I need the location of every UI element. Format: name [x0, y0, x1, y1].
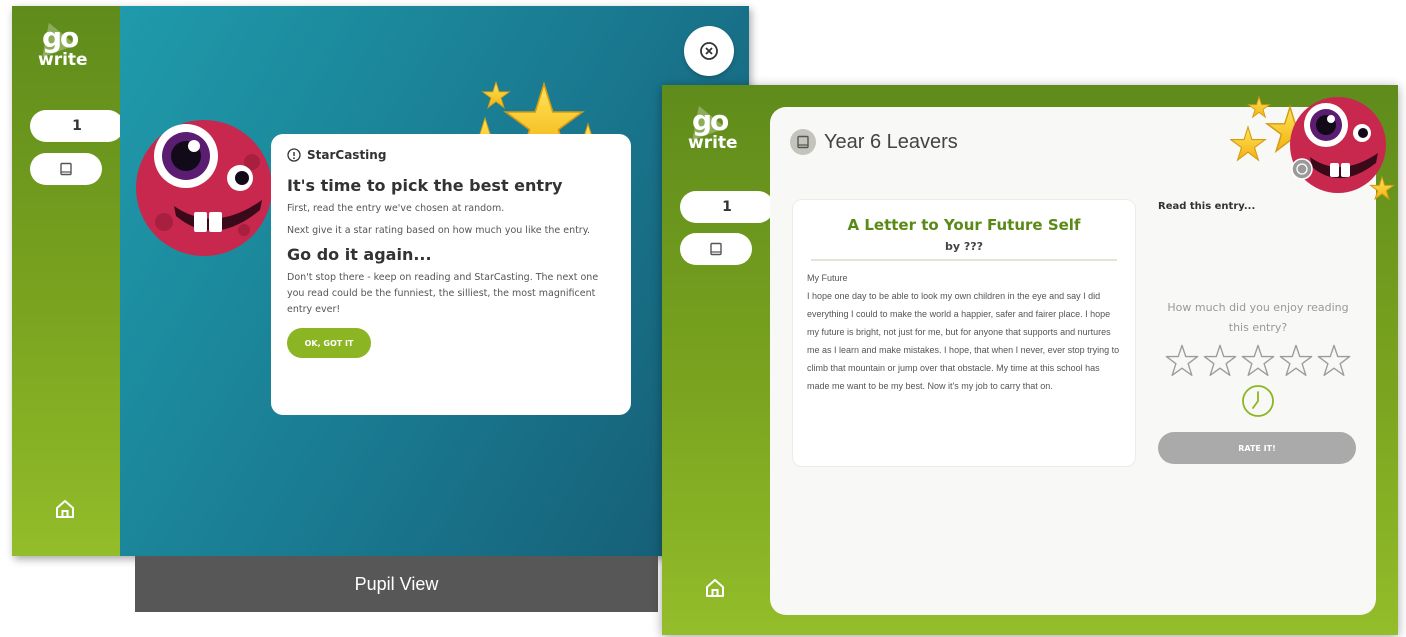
sidebar: go write 1 [12, 6, 124, 556]
rating-panel: Read this entry... How much did you enjo… [1158, 201, 1358, 464]
page-title-text: Year 6 Leavers [824, 130, 958, 153]
entry-card: A Letter to Your Future Self by ??? My F… [792, 199, 1136, 467]
page-title: Year 6 Leavers [790, 129, 958, 155]
entry-title: A Letter to Your Future Self [847, 216, 1081, 234]
home-icon [706, 579, 724, 597]
card-title: It's time to pick the best entry [287, 176, 563, 195]
clock-icon [1242, 385, 1274, 417]
logo-go-text: go [42, 21, 79, 54]
entry-body: I hope one day to be able to look my own… [807, 291, 1120, 391]
book-icon [60, 162, 72, 176]
close-button[interactable] [684, 26, 734, 76]
level-pill[interactable]: 1 [680, 191, 774, 223]
entry-author: by ??? [944, 240, 984, 253]
entry-subtitle: My Future [807, 273, 848, 283]
starcasting-info-card: StarCasting It's time to pick the best e… [271, 134, 631, 415]
reading-view-screen: go write 1 Year 6 Leavers A Letter to Yo… [662, 85, 1398, 635]
star-icon[interactable] [1241, 344, 1275, 378]
home-button[interactable] [52, 496, 78, 522]
level-pill[interactable]: 1 [30, 110, 124, 142]
card-paragraph-2: Next give it a star rating based on how … [287, 225, 591, 236]
close-icon [700, 42, 718, 60]
pupil-view-screen: go write 1 StarCasting It's time to pick… [12, 6, 749, 556]
info-icon [287, 148, 301, 162]
book-button[interactable] [30, 153, 102, 185]
logo-write-text: write [688, 133, 738, 153]
logo-go-text: go [692, 104, 729, 137]
logo-write-text: write [38, 50, 88, 70]
divider [811, 259, 1117, 261]
monster-mascot [1230, 95, 1395, 201]
composite-screenshot: go write 1 StarCasting It's time to pick… [0, 0, 1406, 637]
card-header-label: StarCasting [307, 148, 387, 162]
card-header: StarCasting [287, 148, 615, 162]
go-write-logo[interactable]: go write [681, 99, 746, 165]
ok-got-it-button[interactable]: OK, GOT IT [287, 328, 371, 358]
book-icon [710, 242, 722, 256]
star-icon[interactable] [1165, 344, 1199, 378]
book-button[interactable] [680, 233, 752, 265]
rating-question: How much did you enjoy reading this entr… [1167, 301, 1349, 334]
star-icon[interactable] [1279, 344, 1313, 378]
rate-it-button[interactable]: RATE IT! [1158, 432, 1356, 464]
star-icon[interactable] [1317, 344, 1351, 378]
star-icon[interactable] [1203, 344, 1237, 378]
home-button[interactable] [702, 575, 728, 601]
book-icon [790, 129, 816, 155]
pupil-view-caption: Pupil View [135, 556, 658, 612]
card-paragraph-1: First, read the entry we've chosen at ra… [287, 203, 505, 214]
card-paragraph-3: Don't stop there - keep on reading and S… [287, 272, 599, 315]
monster-mascot [136, 120, 272, 256]
home-icon [56, 500, 74, 518]
star-rating[interactable] [1158, 344, 1358, 378]
go-write-logo[interactable]: go write [31, 16, 96, 82]
card-subtitle: Go do it again... [287, 245, 432, 264]
